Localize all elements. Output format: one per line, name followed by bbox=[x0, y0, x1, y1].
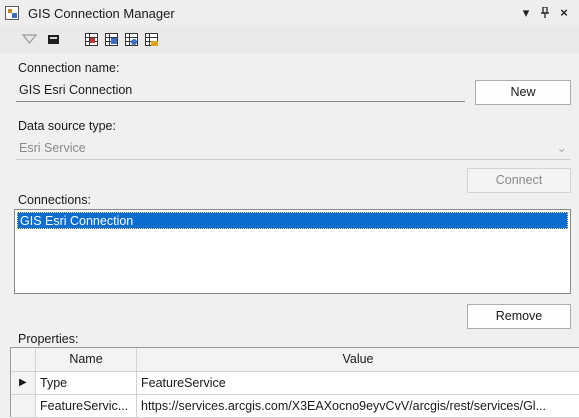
list-item[interactable]: GIS Esri Connection bbox=[17, 212, 568, 229]
row-header-corner bbox=[11, 348, 36, 372]
connections-label: Connections: bbox=[18, 193, 91, 207]
column-header-name[interactable]: Name bbox=[36, 348, 137, 372]
chevron-down-icon: ⌄ bbox=[556, 141, 567, 155]
connect-button[interactable]: Connect bbox=[467, 168, 571, 193]
data-source-type-label: Data source type: bbox=[18, 119, 116, 133]
filter-icon[interactable] bbox=[21, 32, 38, 47]
data-source-type-value: Esri Service bbox=[19, 141, 86, 155]
window-title: GIS Connection Manager bbox=[28, 6, 175, 21]
table-row-name[interactable]: FeatureServic... bbox=[36, 395, 137, 418]
table-row-value[interactable]: FeatureService bbox=[137, 372, 579, 395]
connections-list[interactable]: GIS Esri Connection bbox=[14, 209, 571, 294]
grid-refresh-icon[interactable] bbox=[124, 32, 139, 47]
connection-name-label: Connection name: bbox=[18, 61, 120, 75]
close-icon[interactable]: × bbox=[556, 4, 572, 22]
connection-name-input[interactable]: GIS Esri Connection bbox=[16, 80, 465, 102]
toolbar bbox=[0, 27, 579, 53]
row-selector[interactable] bbox=[11, 395, 36, 418]
grid-icon[interactable] bbox=[84, 32, 99, 47]
row-selector[interactable]: ▶ bbox=[11, 372, 36, 395]
title-bar: GIS Connection Manager ▾ × bbox=[0, 0, 579, 28]
new-button[interactable]: New bbox=[475, 80, 571, 105]
layer-icon[interactable] bbox=[46, 32, 61, 47]
remove-button[interactable]: Remove bbox=[467, 304, 571, 329]
table-row-name[interactable]: Type bbox=[36, 372, 137, 395]
pin-icon[interactable] bbox=[537, 4, 553, 22]
grid-edit-icon[interactable] bbox=[104, 32, 119, 47]
dropdown-icon[interactable]: ▾ bbox=[518, 4, 534, 22]
table-row-value[interactable]: https://services.arcgis.com/X3EAXocno9ey… bbox=[137, 395, 579, 418]
data-source-type-select[interactable]: Esri Service ⌄ bbox=[16, 138, 571, 160]
app-icon bbox=[5, 6, 19, 20]
current-row-icon: ▶ bbox=[19, 377, 27, 388]
column-header-value[interactable]: Value bbox=[137, 348, 579, 372]
grid-add-icon[interactable] bbox=[144, 32, 159, 47]
properties-label: Properties: bbox=[18, 332, 79, 346]
properties-grid: Name Value ▶ Type FeatureService Feature… bbox=[10, 347, 579, 418]
